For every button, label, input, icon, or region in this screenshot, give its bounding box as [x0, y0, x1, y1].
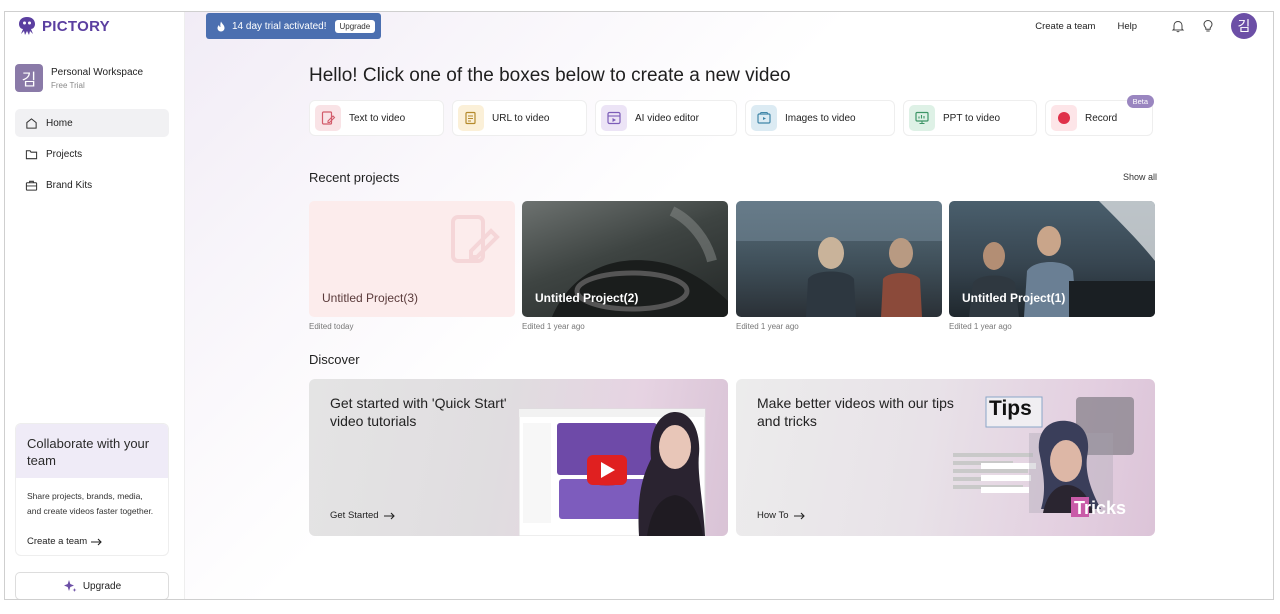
- page-title: Hello! Click one of the boxes below to c…: [309, 65, 791, 86]
- discover-card-quick-start[interactable]: Get started with 'Quick Start' video tut…: [309, 379, 728, 536]
- sidebar-item-label: Brand Kits: [46, 179, 93, 191]
- sparkle-icon: [63, 580, 77, 592]
- quick-action-label: PPT to video: [943, 112, 1001, 124]
- sidebar-nav: Home Projects Brand Kits: [15, 109, 169, 202]
- project-title: Untitled Project(2): [535, 291, 639, 305]
- sidebar-item-brand-kits[interactable]: Brand Kits: [15, 171, 169, 199]
- help-link[interactable]: Help: [1117, 21, 1137, 32]
- get-started-link[interactable]: Get Started: [330, 510, 396, 521]
- user-avatar[interactable]: 김: [1231, 13, 1257, 39]
- url-to-video-icon: [458, 105, 484, 131]
- project-card[interactable]: Untitled Project(2): [522, 201, 728, 317]
- lightbulb-icon[interactable]: [1201, 19, 1215, 33]
- quick-action-label: AI video editor: [635, 112, 699, 124]
- quick-actions: Text to video URL to video AI video edit…: [309, 95, 1155, 136]
- workspace-plan: Free Trial: [51, 80, 85, 90]
- bell-icon[interactable]: [1171, 19, 1185, 33]
- tips-word: Tips: [989, 397, 1032, 420]
- project-edited: Edited 1 year ago: [949, 322, 1012, 331]
- create-team-link-label: Create a team: [27, 536, 88, 547]
- sidebar-item-label: Projects: [46, 148, 83, 160]
- logo[interactable]: PICTORY: [16, 15, 110, 37]
- quick-action-label: Text to video: [349, 112, 406, 124]
- arrow-right-icon: [793, 512, 805, 519]
- workspace-avatar: 김: [15, 64, 43, 92]
- collaborate-card: Collaborate with your team Share project…: [15, 423, 169, 556]
- discover-card-title: Get started with 'Quick Start' video tut…: [330, 395, 507, 429]
- record-button[interactable]: Record Beta: [1045, 95, 1154, 136]
- sidebar-upgrade-button[interactable]: Upgrade: [15, 572, 169, 599]
- flame-icon: [217, 21, 225, 31]
- home-icon: [26, 117, 37, 129]
- main-content: 14 day trial activated! Upgrade Create a…: [185, 12, 1273, 599]
- collaborate-description: Share projects, brands, media, and creat…: [27, 491, 154, 516]
- sidebar-item-home[interactable]: Home: [15, 109, 169, 137]
- logo-text: PICTORY: [42, 17, 110, 35]
- workspace-name: Personal Workspace: [51, 66, 144, 78]
- project-card[interactable]: Untitled Project(3): [309, 201, 515, 317]
- ai-video-editor-button[interactable]: AI video editor: [595, 100, 737, 136]
- ppt-to-video-button[interactable]: PPT to video: [903, 100, 1037, 136]
- create-team-link[interactable]: Create a team: [27, 536, 103, 547]
- video-tutorial-thumbnail: [519, 408, 706, 536]
- project-placeholder-icon: [451, 215, 500, 263]
- project-edited: Edited 1 year ago: [522, 322, 585, 331]
- text-to-video-button[interactable]: Text to video: [309, 100, 444, 136]
- arrow-right-icon: [383, 512, 395, 519]
- project-card[interactable]: Untitled Project(1): [949, 201, 1155, 317]
- trial-banner: 14 day trial activated! Upgrade: [206, 13, 381, 39]
- discover-title: Discover: [309, 352, 360, 367]
- folder-icon: [25, 149, 38, 159]
- ai-video-editor-icon: [601, 105, 627, 131]
- show-all-link[interactable]: Show all: [1123, 172, 1157, 182]
- sidebar-item-projects[interactable]: Projects: [15, 140, 169, 168]
- sidebar-item-label: Home: [46, 117, 73, 129]
- trial-text: 14 day trial activated!: [232, 20, 327, 32]
- images-to-video-icon: [751, 105, 777, 131]
- project-card[interactable]: [736, 201, 942, 317]
- app-window: PICTORY 김 Personal Workspace Free Trial …: [4, 11, 1274, 600]
- beta-badge: Beta: [1126, 95, 1154, 108]
- project-title: Untitled Project(3): [322, 291, 419, 305]
- how-to-link[interactable]: How To: [757, 510, 806, 521]
- record-icon: [1051, 105, 1077, 131]
- quick-action-label: Record: [1085, 112, 1118, 124]
- tricks-word: Tricks: [1074, 498, 1127, 518]
- project-edited: Edited 1 year ago: [736, 322, 799, 331]
- recent-projects-title: Recent projects: [309, 170, 400, 185]
- images-to-video-button[interactable]: Images to video: [745, 100, 895, 136]
- upgrade-label: Upgrade: [82, 580, 122, 592]
- pictory-logo-icon: [19, 17, 35, 35]
- briefcase-icon: [25, 180, 38, 191]
- create-team-button[interactable]: Create a team: [1035, 21, 1095, 32]
- quick-action-label: URL to video: [492, 112, 550, 124]
- sidebar: PICTORY 김 Personal Workspace Free Trial …: [5, 12, 185, 599]
- get-started-label: Get Started: [330, 510, 379, 521]
- project-thumbnail-image: [736, 201, 942, 317]
- trial-upgrade-button[interactable]: Upgrade: [334, 19, 376, 33]
- text-to-video-icon: [315, 105, 341, 131]
- ppt-to-video-icon: [909, 105, 935, 131]
- arrow-right-icon: [91, 538, 102, 545]
- project-edited: Edited today: [309, 322, 354, 331]
- how-to-label: How To: [757, 510, 789, 521]
- collaborate-title: Collaborate with your team: [16, 424, 168, 478]
- discover-card-title: Make better videos with our tips and tri…: [757, 395, 954, 429]
- top-nav: Create a team Help 김: [1035, 12, 1273, 40]
- project-title: Untitled Project(1): [962, 291, 1066, 305]
- discover-card-tips[interactable]: Make better videos with our tips and tri…: [736, 379, 1155, 536]
- url-to-video-button[interactable]: URL to video: [452, 100, 587, 136]
- workspace-switcher[interactable]: 김 Personal Workspace Free Trial: [15, 64, 143, 92]
- quick-action-label: Images to video: [785, 112, 856, 124]
